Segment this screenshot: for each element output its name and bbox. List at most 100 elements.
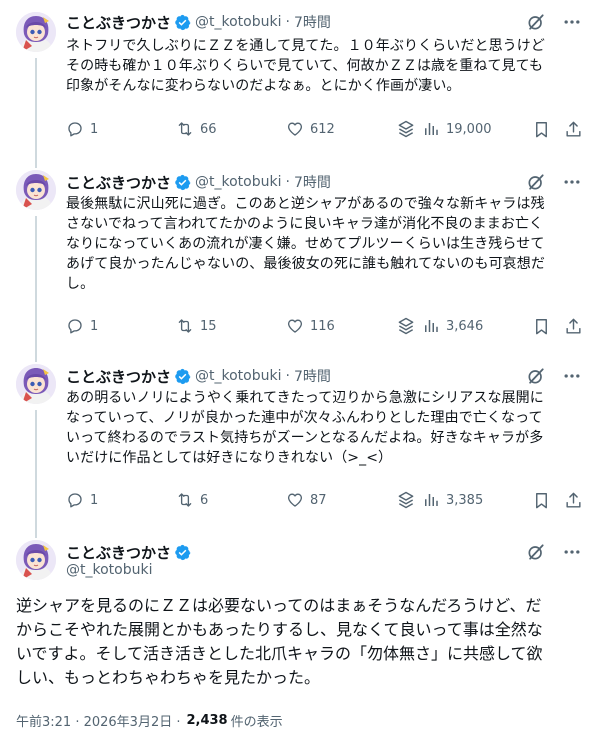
verified-badge-icon [174,544,191,561]
grok-analyze-button[interactable] [396,490,416,510]
tweet-text: ネトフリで久しぶりにＺＺを通して見てた。１０年ぶりくらいだと思うけど その時も確… [66,38,545,94]
views-count: 3,385 [446,492,484,508]
more-icon[interactable] [562,12,582,32]
repost-button[interactable]: 15 [176,316,217,336]
tweet-actions: 1 66 612 19,000 [66,119,586,139]
repost-count: 66 [200,121,217,137]
tweet-text: あの明るいノリにようやく乗れてきたって辺りから急激にシリアスな展開に なっていっ… [66,390,544,466]
tweet-actions: 1 15 116 3,646 [66,316,586,336]
like-button[interactable]: 612 [286,119,335,139]
views-button[interactable]: 3,646 [422,316,483,336]
main-tweet-text: 逆シャアを見るのにＺＺは必要ないってのはまぁそうなんだろうけど、だ からこそやれ… [16,596,543,687]
more-icon[interactable] [562,542,582,562]
view-count: 2,438 [186,713,228,728]
grok-icon[interactable] [526,542,546,562]
share-icon [564,120,583,139]
author-handle[interactable]: @t_kotobuki [195,174,281,190]
like-count: 116 [310,318,335,334]
views-icon [422,317,440,335]
share-button[interactable] [564,119,583,139]
tweet-timestamp[interactable]: 午前3:21 · 2026年3月2日 · [16,711,180,730]
grok-analyze-button[interactable] [396,119,416,139]
grok-icon[interactable] [526,172,546,192]
more-icon[interactable] [562,172,582,192]
bookmark-button[interactable] [532,490,551,510]
repost-icon [176,317,194,335]
tweet-time[interactable]: 7時間 [294,12,331,32]
grok-analyze-icon [396,119,416,139]
bookmark-icon [532,317,551,336]
repost-button[interactable]: 66 [176,119,217,139]
reply-count: 1 [90,318,99,334]
bookmark-icon [532,120,551,139]
thread-line [35,216,37,362]
views-count: 3,646 [446,318,484,334]
grok-icon[interactable] [526,12,546,32]
bookmark-button[interactable] [532,316,551,336]
like-button[interactable]: 116 [286,316,335,336]
like-icon [286,317,304,335]
reply-button[interactable]: 1 [66,316,98,336]
main-tweet-author: ことぶきつかさ [66,542,191,563]
repost-icon [176,120,194,138]
views-button[interactable]: 19,000 [422,119,492,139]
bookmark-button[interactable] [532,119,551,139]
separator: · [285,368,290,384]
reply-button[interactable]: 1 [66,119,98,139]
reply-count: 1 [90,492,99,508]
tweet-time[interactable]: 7時間 [294,172,331,192]
grok-analyze-button[interactable] [396,316,416,336]
avatar[interactable] [16,540,56,580]
reply-icon [66,120,84,138]
separator: · [285,14,290,30]
share-icon [564,317,583,336]
verified-badge-icon [174,368,191,385]
tweet-header: ことぶきつかさ @t_kotobuki · 7時間 [66,366,582,386]
tweet-meta: 午前3:21 · 2026年3月2日 · 2,438 件の表示 [16,711,283,730]
author-name[interactable]: ことぶきつかさ [66,366,171,387]
share-icon [564,491,583,510]
views-button[interactable]: 3,385 [422,490,483,510]
grok-analyze-icon [396,316,416,336]
verified-badge-icon [174,14,191,31]
verified-badge-icon [174,174,191,191]
tweet-time[interactable]: 7時間 [294,366,331,386]
separator: · [285,174,290,190]
like-count: 612 [310,121,335,137]
author-handle[interactable]: @t_kotobuki [195,14,281,30]
bookmark-icon [532,491,551,510]
reply-count: 1 [90,121,99,137]
author-handle[interactable]: @t_kotobuki [66,562,152,578]
tweet-header: ことぶきつかさ @t_kotobuki · 7時間 [66,172,582,192]
views-icon [422,120,440,138]
like-button[interactable]: 87 [286,490,327,510]
thread-line [35,58,37,168]
like-icon [286,491,304,509]
repost-button[interactable]: 6 [176,490,208,510]
author-name[interactable]: ことぶきつかさ [66,542,171,563]
tweet-text: 最後無駄に沢山死に過ぎ。このあと逆シャアがあるので強々な新キャラは残 さないでね… [66,196,545,292]
thread-line [35,410,37,538]
views-icon [422,491,440,509]
avatar[interactable] [16,12,56,52]
author-name[interactable]: ことぶきつかさ [66,172,171,193]
repost-count: 15 [200,318,217,334]
tweet-header: ことぶきつかさ @t_kotobuki · 7時間 [66,12,582,32]
share-button[interactable] [564,490,583,510]
avatar[interactable] [16,170,56,210]
reply-button[interactable]: 1 [66,490,98,510]
reply-icon [66,317,84,335]
tweet-actions: 1 6 87 3,385 [66,490,586,510]
like-count: 87 [310,492,327,508]
more-icon[interactable] [562,366,582,386]
like-icon [286,120,304,138]
share-button[interactable] [564,316,583,336]
grok-analyze-icon [396,490,416,510]
repost-icon [176,491,194,509]
author-handle[interactable]: @t_kotobuki [195,368,281,384]
author-name[interactable]: ことぶきつかさ [66,12,171,33]
grok-icon[interactable] [526,366,546,386]
view-label: 件の表示 [230,715,283,730]
reply-icon [66,491,84,509]
avatar[interactable] [16,364,56,404]
